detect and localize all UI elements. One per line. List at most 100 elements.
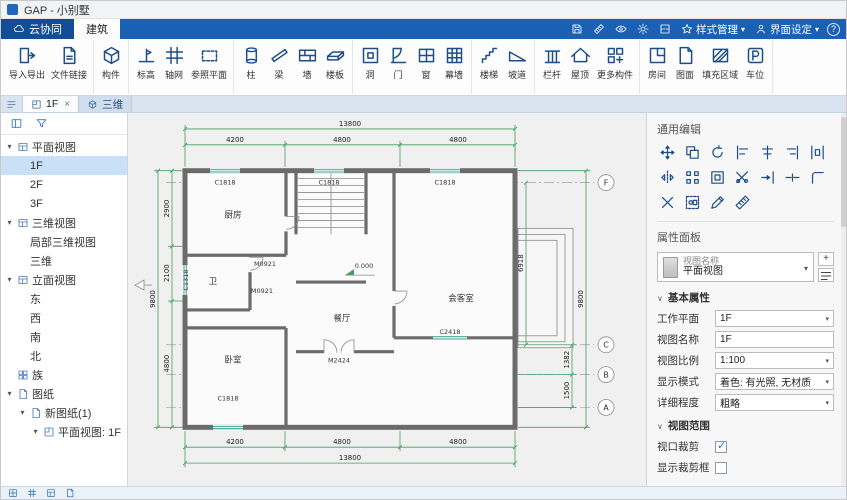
parking-button[interactable]: 车位 — [741, 42, 769, 81]
tree-item-立面视图[interactable]: ▾立面视图 — [1, 270, 127, 289]
ui-settings-dropdown[interactable]: 界面设定 — [755, 22, 819, 37]
tree-item-局部三维视图[interactable]: 局部三维视图 — [1, 232, 127, 251]
tree-item-平面视图: 1F[interactable]: ▾平面视图: 1F — [1, 422, 127, 441]
tree-item-图纸[interactable]: ▾图纸 — [1, 384, 127, 403]
expand-arrow-icon[interactable]: ▾ — [31, 427, 40, 436]
property-value: 粗略 — [720, 395, 825, 410]
add-type-button[interactable]: + — [818, 252, 834, 266]
help-button[interactable]: ? — [827, 23, 840, 36]
align-right-icon[interactable] — [784, 144, 801, 161]
view-icon[interactable] — [615, 23, 627, 35]
viewport-crop-checkbox[interactable] — [715, 441, 727, 453]
panes-icon[interactable] — [8, 488, 18, 498]
align-left-icon[interactable] — [734, 144, 751, 161]
tree-item-西[interactable]: 西 — [1, 308, 127, 327]
show-crop-frame-checkbox[interactable] — [715, 462, 727, 474]
mirror-icon[interactable] — [659, 169, 676, 186]
column-button[interactable]: 柱 — [237, 42, 265, 81]
window-button[interactable]: 窗 — [412, 42, 440, 81]
tree-item-族[interactable]: 族 — [1, 365, 127, 384]
type-list-button[interactable] — [818, 268, 834, 282]
offset-icon[interactable] — [709, 169, 726, 186]
basic-props-header[interactable]: 基本属性 — [657, 290, 834, 305]
measure-icon[interactable] — [593, 23, 605, 35]
view-range-header[interactable]: 视图范围 — [657, 418, 834, 433]
move-icon[interactable] — [659, 144, 676, 161]
ribbon-tab-云协同[interactable]: 云协同 — [1, 19, 74, 39]
expand-arrow-icon[interactable]: ▾ — [5, 275, 14, 284]
opening-button[interactable]: 洞 — [356, 42, 384, 81]
view-scale-select[interactable]: 1:100 — [715, 352, 834, 369]
rotate-icon[interactable] — [709, 144, 726, 161]
reference-plane-button[interactable]: 参照平面 — [188, 42, 230, 81]
expand-arrow-icon[interactable]: ▾ — [5, 389, 14, 398]
panels-icon[interactable] — [10, 117, 23, 130]
properties-scrollbar[interactable] — [841, 113, 846, 486]
component-button[interactable]: 构件 — [97, 42, 125, 81]
sheet-icon[interactable] — [65, 488, 75, 498]
wall-button[interactable]: 墙 — [293, 42, 321, 81]
align-center-icon[interactable] — [759, 144, 776, 161]
display-icon[interactable] — [637, 23, 649, 35]
workplane-select[interactable]: 1F — [715, 310, 834, 327]
room-button[interactable]: 房间 — [643, 42, 671, 81]
tree-item-3F[interactable]: 3F — [1, 194, 127, 213]
more-components-button[interactable]: 更多构件 — [594, 42, 636, 81]
dim-right-total: 9800 — [577, 290, 585, 308]
type-selector[interactable]: 视图名称 平面视图 — [657, 252, 814, 282]
layout-icon[interactable] — [46, 488, 56, 498]
ramp-button[interactable]: 坡道 — [503, 42, 531, 81]
scrollbar-thumb[interactable] — [841, 117, 846, 227]
tree-item-北[interactable]: 北 — [1, 346, 127, 365]
roof-button[interactable]: 屋顶 — [566, 42, 594, 81]
tree-item-三维[interactable]: 三维 — [1, 251, 127, 270]
measure-tool-icon[interactable] — [734, 194, 751, 211]
fill-region-button[interactable]: 填充区域 — [699, 42, 741, 81]
display-mode-select[interactable]: 着色: 有光照, 无材质 — [715, 373, 834, 390]
section-icon[interactable] — [659, 23, 671, 35]
tab-list-button[interactable] — [1, 96, 23, 112]
level-button[interactable]: 标高 — [132, 42, 160, 81]
view-name-input[interactable]: 1F — [715, 331, 834, 348]
expand-arrow-icon[interactable]: ▾ — [5, 218, 14, 227]
tree-item-新图纸(1)[interactable]: ▾新图纸(1) — [1, 403, 127, 422]
drawing-canvas[interactable]: F C B A 13800 4200 4800 4800 4200 4800 4… — [128, 113, 646, 486]
tree-item-2F[interactable]: 2F — [1, 175, 127, 194]
style-manager-dropdown[interactable]: 样式管理 — [681, 22, 745, 37]
door-button[interactable]: 门 — [384, 42, 412, 81]
delete-icon[interactable] — [659, 194, 676, 211]
array-icon[interactable] — [684, 169, 701, 186]
slab-button[interactable]: 楼板 — [321, 42, 349, 81]
doc-tab-三维[interactable]: 三维 — [79, 96, 132, 112]
tree-item-南[interactable]: 南 — [1, 327, 127, 346]
modify-icon[interactable] — [709, 194, 726, 211]
trim-icon[interactable] — [734, 169, 751, 186]
distribute-icon[interactable] — [809, 144, 826, 161]
close-tab-icon[interactable]: × — [64, 99, 70, 110]
expand-arrow-icon[interactable]: ▾ — [18, 408, 27, 417]
expand-arrow-icon[interactable]: ▾ — [5, 142, 14, 151]
grid-icon[interactable] — [27, 488, 37, 498]
stair-button[interactable]: 楼梯 — [475, 42, 503, 81]
curtain-wall-button[interactable]: 幕墙 — [440, 42, 468, 81]
doc-tab-1F[interactable]: 1F× — [23, 96, 79, 112]
corner-join-icon[interactable] — [809, 169, 826, 186]
file-link-button[interactable]: 文件链接 — [48, 42, 90, 81]
tree-item-1F[interactable]: 1F — [1, 156, 127, 175]
tree-item-东[interactable]: 东 — [1, 289, 127, 308]
sheet-button[interactable]: 图面 — [671, 42, 699, 81]
tree-item-平面视图[interactable]: ▾平面视图 — [1, 137, 127, 156]
copy-icon[interactable] — [684, 144, 701, 161]
grid-button[interactable]: 轴网 — [160, 42, 188, 81]
group-icon[interactable] — [684, 194, 701, 211]
tree-item-三维视图[interactable]: ▾三维视图 — [1, 213, 127, 232]
ribbon-tab-建筑[interactable]: 建筑 — [74, 19, 120, 39]
split-icon[interactable] — [784, 169, 801, 186]
railing-button[interactable]: 栏杆 — [538, 42, 566, 81]
save-icon[interactable] — [571, 23, 583, 35]
import-export-button[interactable]: 导入导出 — [6, 42, 48, 81]
filter-icon[interactable] — [35, 117, 48, 130]
extend-icon[interactable] — [759, 169, 776, 186]
detail-level-select[interactable]: 粗略 — [715, 394, 834, 411]
beam-button[interactable]: 梁 — [265, 42, 293, 81]
